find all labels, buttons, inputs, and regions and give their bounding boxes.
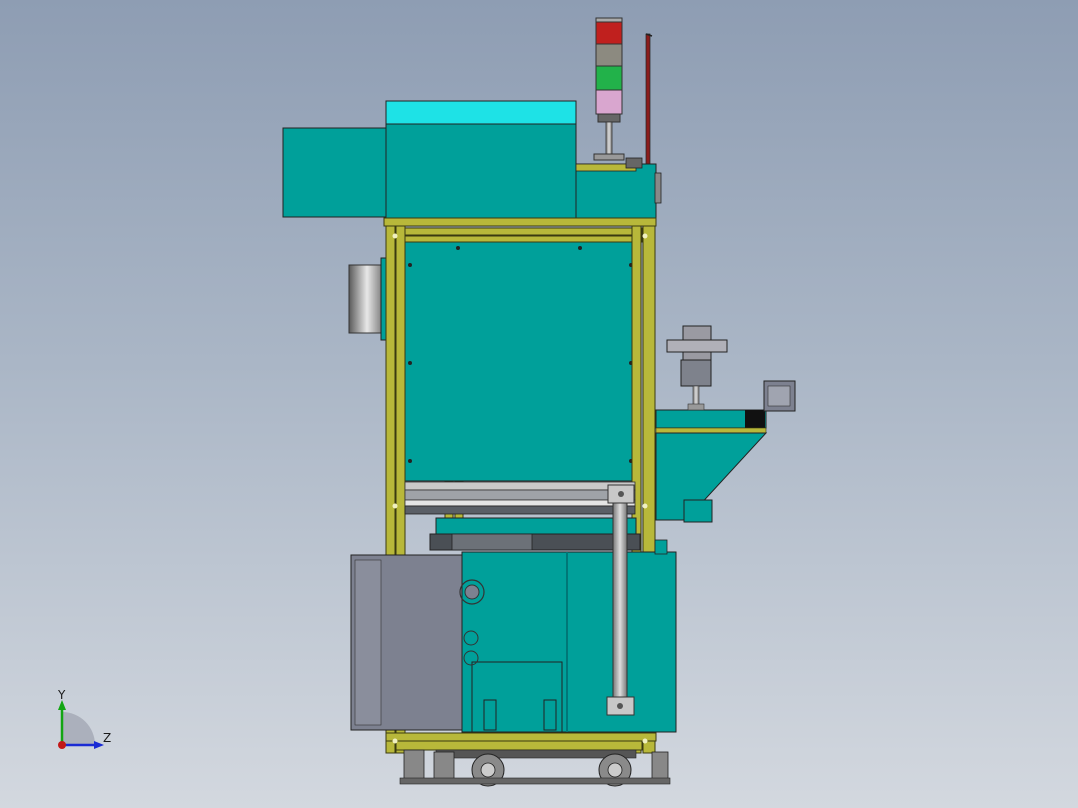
- triad-y-label: Y: [58, 688, 66, 702]
- servo-motor[interactable]: [666, 325, 728, 411]
- side-antenna-rod: [645, 33, 653, 175]
- tower-green-lamp: [595, 65, 623, 91]
- side-hopper-chute[interactable]: [655, 380, 796, 523]
- caster-wheels: [399, 749, 671, 787]
- exhaust-duct[interactable]: [348, 257, 388, 341]
- linear-rail-assembly[interactable]: [404, 481, 641, 551]
- signal-tower-light[interactable]: [593, 17, 625, 161]
- upper-main-cabinet[interactable]: [385, 123, 577, 219]
- upper-left-cabinet[interactable]: [282, 127, 388, 218]
- tower-red-lamp: [595, 21, 623, 45]
- tower-amber-lamp: [595, 43, 623, 67]
- upper-step-cabinet[interactable]: [575, 163, 657, 219]
- coordinate-triad-icon: [58, 700, 104, 749]
- tower-pink-lamp: [595, 89, 623, 115]
- triad-z-label: Z: [103, 731, 112, 745]
- cyan-top-cover[interactable]: [385, 100, 577, 125]
- model-drawing[interactable]: [0, 0, 1078, 808]
- graphics-viewport[interactable]: Y Z: [0, 0, 1078, 808]
- main-cabinet-panel[interactable]: [395, 234, 642, 482]
